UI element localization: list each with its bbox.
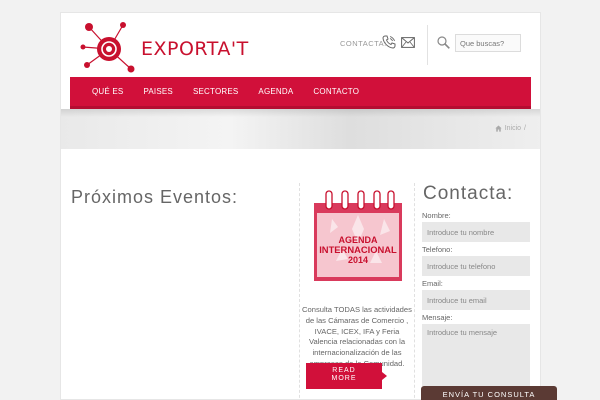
search-input[interactable] (455, 34, 521, 52)
nav-item-sectores[interactable]: SECTORES (193, 87, 238, 96)
breadcrumb-home-link[interactable]: Inicio (505, 125, 521, 132)
message-field[interactable] (422, 324, 530, 386)
mail-icon[interactable] (401, 37, 415, 48)
email-label: Email: (422, 279, 443, 288)
contact-form-title: Contacta: (423, 183, 514, 204)
contacta-label: CONTACTA: (340, 39, 387, 48)
logo[interactable]: EXPORTA'T (79, 17, 248, 73)
phone-field[interactable] (422, 256, 530, 276)
read-more-button[interactable]: READ MORE (306, 363, 387, 389)
email-field[interactable] (422, 290, 530, 310)
read-more-line2: MORE (331, 375, 357, 382)
logo-text: EXPORTA'T (141, 38, 249, 60)
nav-item-paises[interactable]: PAISES (143, 87, 173, 96)
page-container: EXPORTA'T CONTACTA: QUÉ ES PAISES SECTOR… (60, 12, 541, 400)
nav-item-contacto[interactable]: CONTACTO (313, 87, 359, 96)
submit-button[interactable]: ENVÍA TU CONSULTA (421, 386, 557, 400)
events-title: Próximos Eventos: (71, 187, 239, 207)
agenda-promo: AGENDA INTERNACIONAL 2014 Consulta TODAS… (299, 183, 415, 399)
page-banner: Inicio / (61, 109, 540, 149)
name-field[interactable] (422, 222, 530, 242)
read-more-line1: READ (332, 367, 356, 374)
calendar-year: 2014 (348, 255, 368, 265)
breadcrumb-separator: / (524, 125, 526, 132)
home-icon (495, 125, 502, 132)
logo-molecule-icon (80, 22, 135, 73)
nav-item-agenda[interactable]: AGENDA (258, 87, 293, 96)
name-label: Nombre: (422, 211, 451, 220)
calendar-line2: INTERNACIONAL (319, 244, 397, 255)
phone-label: Telefono: (422, 245, 453, 254)
search-icon[interactable] (437, 36, 450, 49)
calendar-icon[interactable]: AGENDA INTERNACIONAL 2014 (312, 189, 404, 281)
breadcrumb: Inicio / (495, 125, 526, 132)
header-divider (427, 25, 428, 65)
message-label: Mensaje: (422, 313, 453, 322)
nav-item-que-es[interactable]: QUÉ ES (92, 87, 123, 96)
main-nav: QUÉ ES PAISES SECTORES AGENDA CONTACTO (70, 77, 531, 109)
promo-description: Consulta TODAS las actividades de las Cá… (302, 305, 412, 368)
phone-icon[interactable] (382, 35, 396, 49)
